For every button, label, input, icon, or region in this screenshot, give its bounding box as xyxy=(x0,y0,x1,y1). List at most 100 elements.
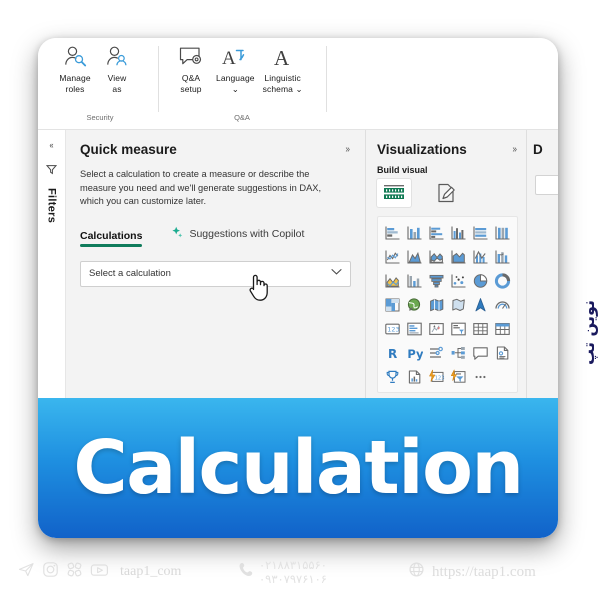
telegram-icon[interactable] xyxy=(18,561,35,583)
visual-icon-filled-map[interactable] xyxy=(425,294,447,315)
footer-website-group[interactable]: https://taap1.com xyxy=(408,561,536,583)
view-as-label-2: as xyxy=(112,83,122,94)
brand-vertical-text: نوین تپ xyxy=(579,300,598,365)
visual-icon-multi-row-card[interactable] xyxy=(403,318,425,339)
visual-icon-map[interactable] xyxy=(403,294,425,315)
visual-icon-r-script-visual[interactable]: R xyxy=(381,342,403,363)
tab-calculations-label: Calculations xyxy=(80,229,143,242)
visual-icon-matrix[interactable] xyxy=(492,318,514,339)
footer-phone-1: ۰۲۱۸۸۳۱۵۵۶۰ xyxy=(259,558,327,572)
visual-icon-line-chart[interactable] xyxy=(381,246,403,267)
visual-icon-clustered-column-chart[interactable] xyxy=(447,222,469,243)
visual-icon-metrics[interactable] xyxy=(381,366,403,387)
select-a-calculation-dropdown[interactable]: Select a calculation xyxy=(80,260,351,287)
visualizations-header: Visualizations » xyxy=(377,142,518,157)
visual-icon-stacked-column-chart[interactable] xyxy=(403,222,425,243)
view-as-label-1: View xyxy=(107,73,127,83)
quick-measure-tabs: Calculations Suggestions with Copilot xyxy=(80,226,351,247)
data-search-input[interactable] xyxy=(535,175,558,195)
view-as-button[interactable]: View as xyxy=(96,44,138,94)
format-visual-icon[interactable] xyxy=(429,179,463,207)
visual-icon-paginated-report[interactable] xyxy=(403,366,425,387)
phone-icon xyxy=(238,561,253,583)
qa-setup-button[interactable]: Q&A setup xyxy=(170,44,212,94)
footer-phone-2: ۰۹۳۰۷۹۷۶۱۰۶ xyxy=(259,572,327,586)
footer-website-url: https://taap1.com xyxy=(432,563,536,580)
qa-setup-label-2: setup xyxy=(180,83,202,94)
visual-icon-area-chart[interactable] xyxy=(403,246,425,267)
visual-builder-tabs xyxy=(377,179,518,207)
build-visual-icon[interactable] xyxy=(377,179,411,207)
copilot-sparkle-icon xyxy=(170,226,183,242)
qa-setup-icon xyxy=(178,44,204,70)
footer-phone-numbers: ۰۲۱۸۸۳۱۵۵۶۰ ۰۹۳۰۷۹۷۶۱۰۶ xyxy=(259,558,327,586)
linguistic-schema-label-1: Linguistic xyxy=(264,73,301,83)
visual-icon-clustered-bar-chart[interactable] xyxy=(425,222,447,243)
visual-icon-slicer[interactable] xyxy=(447,318,469,339)
youtube-icon[interactable] xyxy=(90,562,109,583)
visual-icon-line-and-stacked-column-chart[interactable] xyxy=(447,246,469,267)
language-button[interactable]: A Language ⌄ xyxy=(212,44,259,94)
manage-roles-label-2: roles xyxy=(65,83,85,94)
linguistic-schema-icon: A xyxy=(270,44,296,70)
quick-measure-header: Quick measure » xyxy=(80,142,351,157)
svg-text:Py: Py xyxy=(407,347,423,361)
visualizations-collapse-chevron[interactable]: » xyxy=(513,144,517,155)
visual-icon-azure-map[interactable] xyxy=(470,294,492,315)
visualizations-title: Visualizations xyxy=(377,142,467,157)
visual-icon-scatter-chart[interactable] xyxy=(447,270,469,291)
tab-suggestions-with-copilot[interactable]: Suggestions with Copilot xyxy=(170,226,304,247)
manage-roles-button[interactable]: Manage roles xyxy=(54,44,96,94)
visual-icon-kpi[interactable] xyxy=(425,318,447,339)
visual-icon-table[interactable] xyxy=(470,318,492,339)
aparat-icon[interactable] xyxy=(66,561,83,583)
page-title: Quick measure xyxy=(80,142,177,157)
visual-icon-q-and-a[interactable] xyxy=(470,342,492,363)
visual-icon-narrative-smart[interactable] xyxy=(492,342,514,363)
visual-icon-arc-gauge[interactable] xyxy=(492,294,514,315)
svg-text:123: 123 xyxy=(435,375,445,381)
visual-icon-funnel-chart[interactable] xyxy=(425,270,447,291)
quick-measure-collapse-chevron[interactable]: » xyxy=(346,144,350,155)
linguistic-schema-button[interactable]: A Linguistic schema ⌄ xyxy=(259,44,307,94)
visual-icon-100-stacked-column-chart[interactable] xyxy=(492,222,514,243)
visual-icon-pie-chart[interactable] xyxy=(470,270,492,291)
language-label-2: ⌄ xyxy=(231,83,239,94)
visual-icon-get-more-visuals[interactable] xyxy=(447,366,469,387)
instagram-icon[interactable] xyxy=(42,561,59,583)
footer-bar: taap1_com ۰۲۱۸۸۳۱۵۵۶۰ ۰۹۳۰۷۹۷۶۱۰۶ https:… xyxy=(0,544,600,600)
visual-icon-100-stacked-bar-chart[interactable] xyxy=(470,222,492,243)
svg-text:A: A xyxy=(222,48,236,69)
filters-label: Filters xyxy=(45,188,58,224)
visual-icon-stacked-area-chart[interactable] xyxy=(425,246,447,267)
visual-icon-key-influencers[interactable] xyxy=(425,342,447,363)
visual-icon-card-number[interactable]: 123 xyxy=(381,318,403,339)
language-icon: A xyxy=(221,44,249,70)
visual-icon-shape-map[interactable] xyxy=(447,294,469,315)
ribbon: Manage roles View as Security Q&A setup … xyxy=(38,38,558,130)
chevron-down-icon xyxy=(331,268,342,279)
visual-icon-power-automate[interactable]: 123 xyxy=(425,366,447,387)
language-label-1: Language xyxy=(216,73,255,83)
visual-icon-stacked-bar-chart[interactable] xyxy=(381,222,403,243)
filters-collapse-chevron[interactable]: « xyxy=(49,140,53,150)
visual-icon-decomposition-tree[interactable] xyxy=(447,342,469,363)
footer-phone-group: ۰۲۱۸۸۳۱۵۵۶۰ ۰۹۳۰۷۹۷۶۱۰۶ xyxy=(238,558,327,586)
globe-icon xyxy=(408,561,425,583)
visual-type-grid: 123 R Py 123 xyxy=(381,222,514,387)
visual-icon-line-and-clustered-column-chart[interactable] xyxy=(470,246,492,267)
visual-icon-more-options[interactable] xyxy=(470,366,492,387)
banner-title: Calculation xyxy=(73,425,524,511)
visual-icon-ribbon-chart[interactable] xyxy=(492,246,514,267)
visual-grid-empty-cell xyxy=(492,366,514,387)
tab-calculations[interactable]: Calculations xyxy=(80,229,143,247)
visual-icon-donut-chart[interactable] xyxy=(492,270,514,291)
build-visual-subtitle: Build visual xyxy=(377,165,428,175)
visual-icon-treemap[interactable] xyxy=(381,294,403,315)
visual-icon-waterfall-chart[interactable] xyxy=(381,270,403,291)
visual-icon-funnel-chart-col[interactable] xyxy=(403,270,425,291)
manage-roles-label-1: Manage xyxy=(59,73,91,83)
ribbon-group-qa: Q&A setup A Language ⌄ A Linguistic sche… xyxy=(170,44,314,124)
visual-icon-python-visual[interactable]: Py xyxy=(403,342,425,363)
view-as-icon xyxy=(105,44,130,70)
